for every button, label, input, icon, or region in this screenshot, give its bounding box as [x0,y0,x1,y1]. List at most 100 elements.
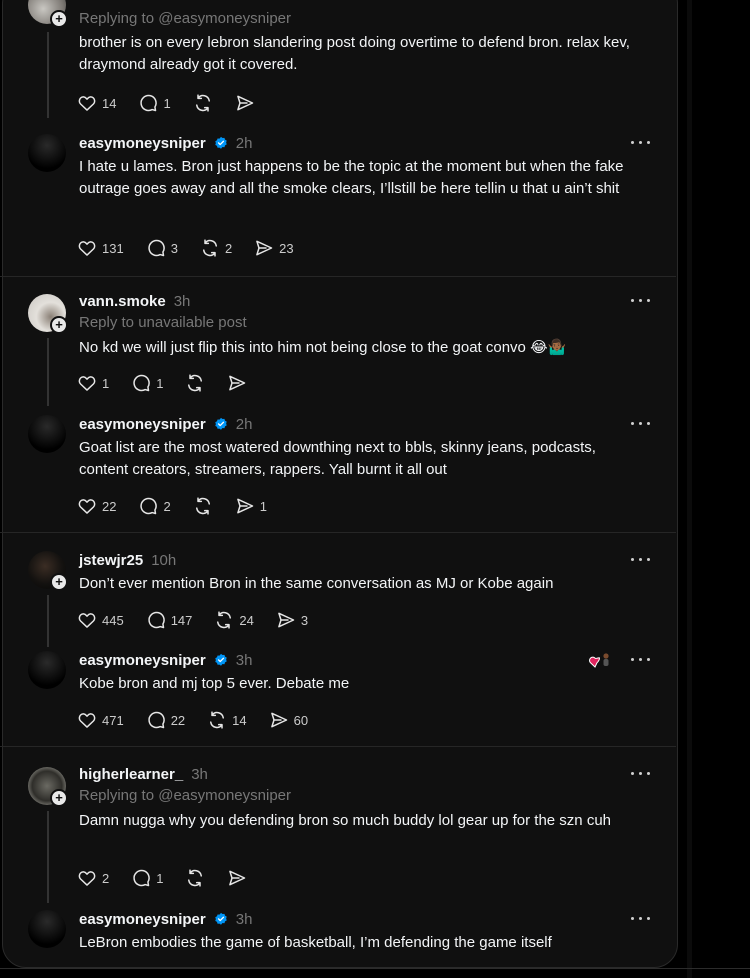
share-count: 1 [259,498,267,514]
action-bar: 2 1 [77,867,269,889]
share-button[interactable] [227,373,247,393]
plus-icon[interactable]: + [50,316,68,334]
avatar[interactable] [28,651,66,689]
timestamp[interactable]: 3h [236,652,253,669]
reply-context[interactable]: Reply to unavailable post [79,314,247,331]
reply-button[interactable]: 1 [131,373,163,393]
post-text: Damn nugga why you defending bron so muc… [79,812,612,829]
post-text: No kd we will just flip this into him no… [79,339,567,356]
thread-line [47,595,49,647]
timestamp[interactable]: 3h [236,911,253,928]
like-button[interactable]: 2 [77,868,109,888]
thread-line [47,338,49,406]
more-dots-icon[interactable] [628,765,654,781]
plus-icon[interactable]: + [50,789,68,807]
avatar[interactable] [28,910,66,948]
repost-button[interactable]: 2 [200,238,232,258]
avatar[interactable] [28,134,66,172]
action-bar: 131 3 2 23 [77,237,316,259]
action-bar: 22 2 1 [77,495,289,517]
like-button[interactable]: 445 [77,610,124,630]
like-button[interactable]: 14 [77,93,116,113]
share-button[interactable] [235,93,255,113]
share-button[interactable]: 3 [276,610,308,630]
username[interactable]: easymoneysniper [79,652,206,669]
reply-count: 2 [163,498,171,514]
reply-button[interactable]: 1 [138,93,171,113]
verified-badge-icon [214,653,228,667]
repost-icon [207,710,227,730]
username[interactable]: jstewjr25 [79,552,143,569]
heart-icon [77,610,97,630]
like-button[interactable]: 131 [77,238,124,258]
repost-button[interactable]: 14 [207,710,247,730]
reply-count: 3 [170,240,178,256]
reply-button[interactable]: 147 [146,610,192,630]
more-dots-icon[interactable] [628,551,654,567]
username[interactable]: higherlearner_ [79,766,183,783]
reply-button[interactable]: 22 [146,710,185,730]
post-header: easymoneysniper 3h [79,649,252,671]
post-text: Goat list are the most watered downthing… [79,439,596,478]
heart-icon [77,710,97,730]
like-button[interactable]: 22 [77,496,116,516]
username[interactable]: easymoneysniper [79,135,206,152]
scrollbar[interactable] [687,0,692,978]
like-button[interactable]: 1 [77,373,109,393]
timestamp[interactable]: 3h [191,766,208,783]
timestamp[interactable]: 2h [236,416,253,433]
share-count: 60 [293,712,309,728]
post-divider [0,276,676,277]
share-button[interactable] [227,868,247,888]
share-count: 23 [279,240,294,256]
reply-button[interactable]: 1 [131,868,163,888]
heart-icon [77,93,97,113]
speech-bubble-icon [131,373,151,393]
reply-count: 1 [156,870,164,886]
send-icon [254,238,274,258]
reply-button[interactable]: 2 [138,496,171,516]
username[interactable]: vann.smoke [79,293,166,310]
username[interactable]: easymoneysniper [79,911,206,928]
repost-button[interactable]: 24 [214,610,254,630]
share-button[interactable]: 23 [254,238,294,258]
reply-context[interactable]: Replying to @easymoneysniper [79,10,291,27]
share-button[interactable]: 60 [269,710,308,730]
repost-button[interactable] [185,373,205,393]
like-count: 1 [102,375,110,391]
verified-badge-icon [214,417,228,431]
speech-bubble-icon [131,868,151,888]
share-button[interactable]: 1 [235,496,267,516]
like-count: 14 [102,95,117,111]
action-bar: 471 22 14 60 [77,709,330,731]
timestamp[interactable]: 2h [236,135,253,152]
more-dots-icon[interactable] [628,292,654,308]
reply-context[interactable]: Replying to @easymoneysniper [79,787,291,804]
like-button[interactable]: 471 [77,710,124,730]
repost-icon [185,868,205,888]
plus-icon[interactable]: + [50,10,68,28]
timestamp[interactable]: 3h [174,293,191,310]
plus-icon[interactable]: + [50,573,68,591]
timestamp[interactable]: 10h [151,552,176,569]
repost-button[interactable] [193,496,213,516]
more-dots-icon[interactable] [628,415,654,431]
username[interactable]: easymoneysniper [79,416,206,433]
repost-button[interactable] [193,93,213,113]
post-text: Don’t ever mention Bron in the same conv… [79,575,554,592]
reply-button[interactable]: 3 [146,238,178,258]
more-dots-icon[interactable] [628,134,654,150]
send-icon [227,868,247,888]
repost-count: 14 [232,712,247,728]
repost-icon [193,496,213,516]
speech-bubble-icon [146,710,166,730]
reply-count: 1 [163,95,171,111]
repost-icon [214,610,234,630]
more-dots-icon[interactable] [628,651,654,667]
avatar[interactable] [28,415,66,453]
send-icon [227,373,247,393]
thread-line [47,811,49,903]
more-dots-icon[interactable] [628,910,654,926]
repost-button[interactable] [185,868,205,888]
verified-badge-icon [214,136,228,150]
